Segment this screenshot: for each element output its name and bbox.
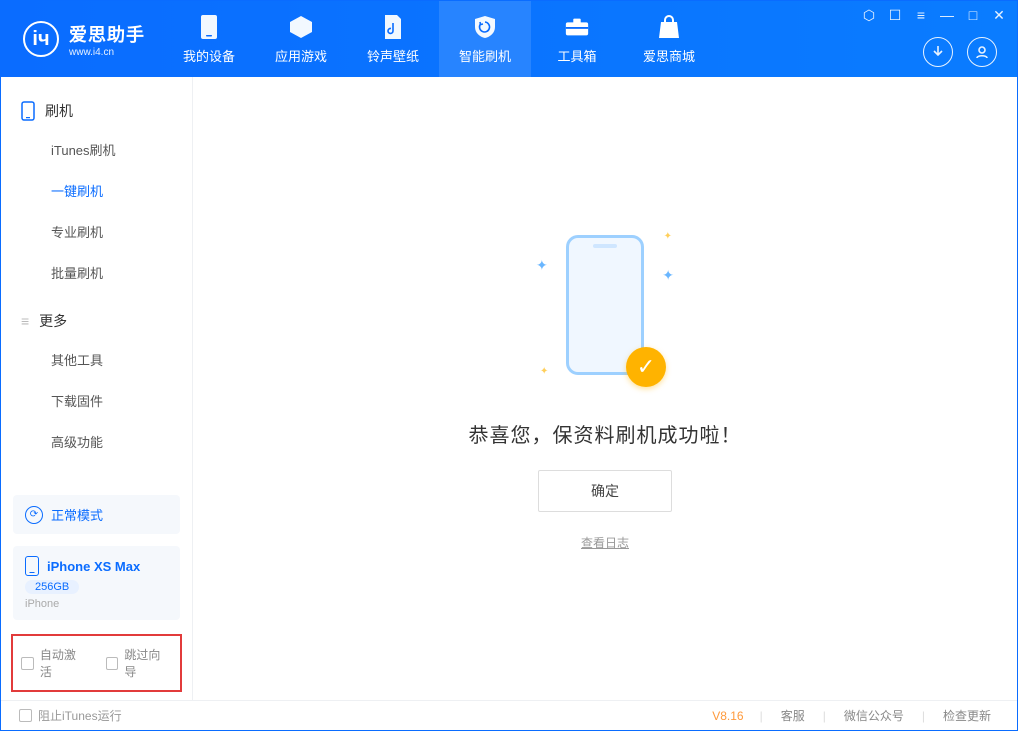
sidebar-item-itunes-flash[interactable]: iTunes刷机 <box>1 129 192 170</box>
close-button[interactable]: ✕ <box>991 7 1007 24</box>
sparkle-icon: ✦ <box>662 267 674 284</box>
skip-guide-checkbox[interactable]: 跳过向导 <box>106 646 173 680</box>
device-storage-badge: 256GB <box>25 580 79 594</box>
sidebar-group-flash: 刷机 <box>1 93 192 129</box>
bag-icon <box>656 14 682 40</box>
sparkle-icon: ✦ <box>664 231 672 242</box>
nav-label: 应用游戏 <box>275 46 327 65</box>
logo-icon: iч <box>23 21 59 57</box>
nav-store[interactable]: 爱思商城 <box>623 1 715 77</box>
sidebar-item-download-firmware[interactable]: 下载固件 <box>1 380 192 421</box>
sparkle-icon: ✦ <box>540 366 548 377</box>
success-illustration: ✦ ✦ ✦ ✦ ✓ <box>550 227 660 397</box>
toolbox-icon <box>564 14 590 40</box>
shirt-icon[interactable]: ⬡ <box>861 7 877 24</box>
sidebar-group-more: ≡ 更多 <box>1 303 192 339</box>
phone-icon <box>21 101 35 121</box>
mode-card[interactable]: ⟳ 正常模式 <box>13 495 180 534</box>
sidebar-item-batch-flash[interactable]: 批量刷机 <box>1 252 192 293</box>
footer-link-wechat[interactable]: 微信公众号 <box>836 707 912 724</box>
window-controls: ⬡ ☐ ≡ — □ ✕ <box>861 7 1007 24</box>
nav-label: 智能刷机 <box>459 46 511 65</box>
status-bar: 阻止iTunes运行 V8.16 | 客服 | 微信公众号 | 检查更新 <box>1 700 1017 730</box>
nav-ringtone-wallpaper[interactable]: 铃声壁纸 <box>347 1 439 77</box>
group-title-label: 更多 <box>39 311 67 331</box>
music-file-icon <box>380 14 406 40</box>
device-card[interactable]: iPhone XS Max 256GB iPhone <box>13 546 180 620</box>
nav-my-device[interactable]: 我的设备 <box>163 1 255 77</box>
mode-icon: ⟳ <box>25 506 43 524</box>
device-phone-icon <box>25 556 39 576</box>
app-logo: iч 爱思助手 www.i4.cn <box>1 21 163 58</box>
sidebar-item-onekey-flash[interactable]: 一键刷机 <box>1 170 192 211</box>
checkbox-label: 阻止iTunes运行 <box>38 707 122 724</box>
minimize-button[interactable]: — <box>939 7 955 24</box>
sidebar: 刷机 iTunes刷机 一键刷机 专业刷机 批量刷机 ≡ 更多 其他工具 下载固… <box>1 77 193 700</box>
footer-link-update[interactable]: 检查更新 <box>935 707 999 724</box>
ok-button[interactable]: 确定 <box>538 470 672 512</box>
lock-icon[interactable]: ☐ <box>887 7 903 24</box>
menu-icon[interactable]: ≡ <box>913 7 929 24</box>
app-subtitle: www.i4.cn <box>69 47 145 58</box>
nav-apps-games[interactable]: 应用游戏 <box>255 1 347 77</box>
check-badge-icon: ✓ <box>626 347 666 387</box>
main-nav: 我的设备 应用游戏 铃声壁纸 智能刷机 工具箱 爱思商城 <box>163 1 715 77</box>
device-type: iPhone <box>25 598 59 610</box>
cube-icon <box>288 14 314 40</box>
sidebar-item-pro-flash[interactable]: 专业刷机 <box>1 211 192 252</box>
main-content: ✦ ✦ ✦ ✦ ✓ 恭喜您，保资料刷机成功啦！ 确定 查看日志 <box>193 77 1017 700</box>
app-title: 爱思助手 <box>69 21 145 47</box>
nav-smart-flash[interactable]: 智能刷机 <box>439 1 531 77</box>
header-actions <box>923 37 997 67</box>
user-button[interactable] <box>967 37 997 67</box>
sidebar-item-other-tools[interactable]: 其他工具 <box>1 339 192 380</box>
view-log-link[interactable]: 查看日志 <box>581 534 629 551</box>
auto-activate-checkbox[interactable]: 自动激活 <box>21 646 88 680</box>
list-icon: ≡ <box>21 313 29 329</box>
nav-toolbox[interactable]: 工具箱 <box>531 1 623 77</box>
block-itunes-checkbox[interactable]: 阻止iTunes运行 <box>19 707 122 724</box>
checkbox-label: 自动激活 <box>40 646 88 680</box>
nav-label: 铃声壁纸 <box>367 46 419 65</box>
device-icon <box>196 14 222 40</box>
maximize-button[interactable]: □ <box>965 7 981 24</box>
mode-label: 正常模式 <box>51 505 103 524</box>
nav-label: 爱思商城 <box>643 46 695 65</box>
version-label: V8.16 <box>712 709 743 723</box>
success-message: 恭喜您，保资料刷机成功啦！ <box>469 419 742 448</box>
shield-refresh-icon <box>472 14 498 40</box>
device-name: iPhone XS Max <box>47 559 140 574</box>
sparkle-icon: ✦ <box>536 257 548 274</box>
footer-link-support[interactable]: 客服 <box>773 707 813 724</box>
nav-label: 我的设备 <box>183 46 235 65</box>
checkbox-label: 跳过向导 <box>124 646 172 680</box>
download-button[interactable] <box>923 37 953 67</box>
highlighted-options: 自动激活 跳过向导 <box>11 634 182 692</box>
group-title-label: 刷机 <box>45 101 73 121</box>
sidebar-item-advanced[interactable]: 高级功能 <box>1 421 192 462</box>
app-header: iч 爱思助手 www.i4.cn 我的设备 应用游戏 铃声壁纸 智能刷机 工具… <box>1 1 1017 77</box>
nav-label: 工具箱 <box>557 46 596 65</box>
